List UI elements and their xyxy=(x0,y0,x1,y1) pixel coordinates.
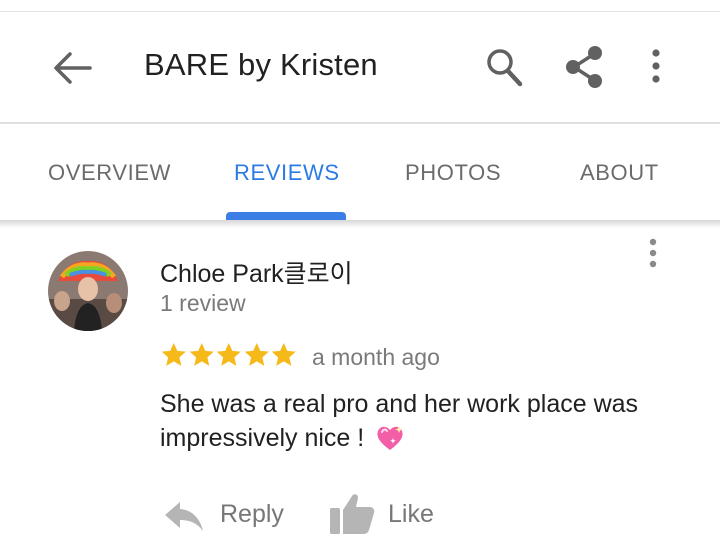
reply-icon xyxy=(165,502,203,531)
star-icon xyxy=(271,342,296,366)
star-icon xyxy=(244,342,269,366)
review-more-button[interactable] xyxy=(638,236,668,270)
more-options-button[interactable] xyxy=(640,46,672,86)
sparkling-heart-icon xyxy=(377,426,403,450)
share-button[interactable] xyxy=(562,44,606,90)
search-button[interactable] xyxy=(484,46,524,88)
share-icon xyxy=(566,46,602,88)
tab-overview[interactable]: OVERVIEW xyxy=(48,160,171,186)
reviewer-review-count: 1 review xyxy=(160,290,246,316)
search-icon xyxy=(487,49,523,87)
tab-reviews[interactable]: REVIEWS xyxy=(234,160,340,186)
like-label: Like xyxy=(388,500,434,528)
back-button[interactable] xyxy=(50,48,94,88)
thumbs-up-icon xyxy=(330,494,375,534)
reviewer-photo xyxy=(48,251,128,331)
star-icon xyxy=(189,342,214,366)
active-tab-indicator xyxy=(226,212,346,220)
page-title: BARE by Kristen xyxy=(144,47,378,82)
star-icon xyxy=(216,342,241,366)
avatar[interactable] xyxy=(48,251,128,331)
star-rating xyxy=(160,340,298,370)
star-icon xyxy=(161,342,186,366)
more-vert-icon xyxy=(649,238,657,268)
review-text: She was a real pro and her work place wa… xyxy=(160,387,680,455)
tab-about[interactable]: ABOUT xyxy=(580,160,659,186)
arrow-left-icon xyxy=(54,52,92,84)
tab-bar: OVERVIEW REVIEWS PHOTOS ABOUT xyxy=(0,124,720,220)
review-date: a month ago xyxy=(312,344,440,370)
reviewer-name[interactable]: Chloe Park클로이 xyxy=(160,254,353,290)
reply-label: Reply xyxy=(220,500,284,528)
tab-bar-shadow xyxy=(0,220,720,228)
more-vert-icon xyxy=(652,49,660,83)
tab-photos[interactable]: PHOTOS xyxy=(405,160,501,186)
app-bar: BARE by Kristen xyxy=(0,12,720,122)
